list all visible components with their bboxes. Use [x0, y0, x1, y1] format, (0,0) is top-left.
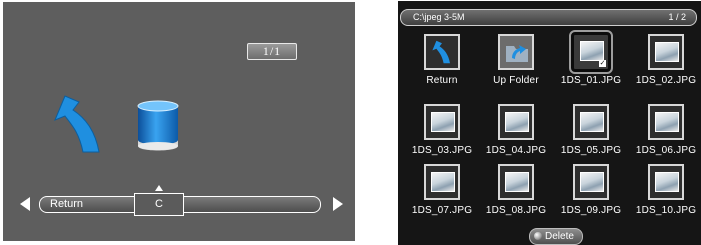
page-indicator: 1/1	[247, 43, 297, 60]
image-thumbnail	[580, 172, 604, 192]
image-thumbnail	[505, 172, 529, 192]
drive-icon[interactable]	[134, 98, 182, 154]
delete-button[interactable]: Delete	[529, 228, 583, 245]
button-dot-icon	[534, 232, 542, 240]
tile-label: 1DS_08.JPG	[485, 205, 547, 216]
tile-image[interactable]: 1DS_10.JPG	[627, 164, 701, 222]
tile-image[interactable]: 1DS_06.JPG	[627, 104, 701, 162]
tile-label: 1DS_02.JPG	[635, 75, 697, 86]
thumb-frame	[573, 164, 609, 200]
image-thumbnail	[431, 112, 455, 132]
image-thumbnail	[580, 112, 604, 132]
tile-label: Up Folder	[493, 75, 539, 86]
image-thumbnail	[505, 112, 529, 132]
tile-image[interactable]: 1DS_03.JPG	[403, 104, 477, 162]
arrow-left-icon[interactable]	[20, 197, 30, 211]
thumb-frame	[573, 104, 609, 140]
delete-label: Delete	[545, 231, 574, 242]
tile-label: 1DS_10.JPG	[635, 205, 697, 216]
thumb-frame	[648, 104, 684, 140]
thumb-frame	[648, 164, 684, 200]
image-thumbnail	[655, 42, 679, 62]
current-path: C:\jpeg 3-5M	[413, 12, 465, 22]
tile-label: 1DS_04.JPG	[485, 145, 547, 156]
up-folder-icon	[506, 45, 528, 62]
thumb-frame	[424, 164, 460, 200]
tile-up-folder[interactable]: Up Folder	[477, 34, 551, 92]
thumb-frame	[498, 104, 534, 140]
file-browser-screen: C:\jpeg 3-5M 1 / 2 Return Up Folder ✓ 1D…	[398, 1, 701, 245]
image-thumbnail	[655, 172, 679, 192]
image-thumbnail	[580, 41, 604, 61]
tile-image[interactable]: 1DS_02.JPG	[627, 34, 701, 92]
tile-return[interactable]: Return	[403, 34, 477, 92]
path-header: C:\jpeg 3-5M 1 / 2	[400, 9, 697, 26]
page-counter: 1 / 2	[668, 12, 686, 22]
drive-select-screen: 1/1 Return C	[3, 2, 355, 241]
return-arrow-icon[interactable]	[53, 94, 105, 154]
return-arrow-icon	[432, 40, 450, 64]
select-item-drive-c[interactable]: C	[134, 185, 184, 216]
caret-up-icon	[155, 185, 163, 191]
image-thumbnail	[655, 112, 679, 132]
arrow-right-icon[interactable]	[333, 197, 343, 211]
thumb-frame	[498, 164, 534, 200]
thumb-frame	[498, 34, 534, 70]
tile-image[interactable]: 1DS_04.JPG	[477, 104, 551, 162]
tile-image[interactable]: 1DS_08.JPG	[477, 164, 551, 222]
image-thumbnail	[431, 172, 455, 192]
tile-image[interactable]: 1DS_09.JPG	[552, 164, 626, 222]
thumb-frame	[424, 104, 460, 140]
tile-label: 1DS_09.JPG	[560, 205, 622, 216]
tile-image[interactable]: 1DS_05.JPG	[552, 104, 626, 162]
check-icon: ✓	[599, 60, 606, 67]
thumb-frame-selected: ✓	[569, 30, 613, 74]
drive-select-bar[interactable]: Return C	[39, 185, 321, 216]
select-item-return[interactable]: Return	[50, 197, 83, 212]
tile-label: 1DS_06.JPG	[635, 145, 697, 156]
select-item-c-label: C	[155, 198, 163, 210]
thumb-frame	[648, 34, 684, 70]
tile-image[interactable]: 1DS_07.JPG	[403, 164, 477, 222]
tile-label: 1DS_01.JPG	[560, 75, 622, 86]
tile-label: 1DS_05.JPG	[560, 145, 622, 156]
tile-image-selected[interactable]: ✓ 1DS_01.JPG	[552, 30, 626, 92]
thumb-frame	[424, 34, 460, 70]
